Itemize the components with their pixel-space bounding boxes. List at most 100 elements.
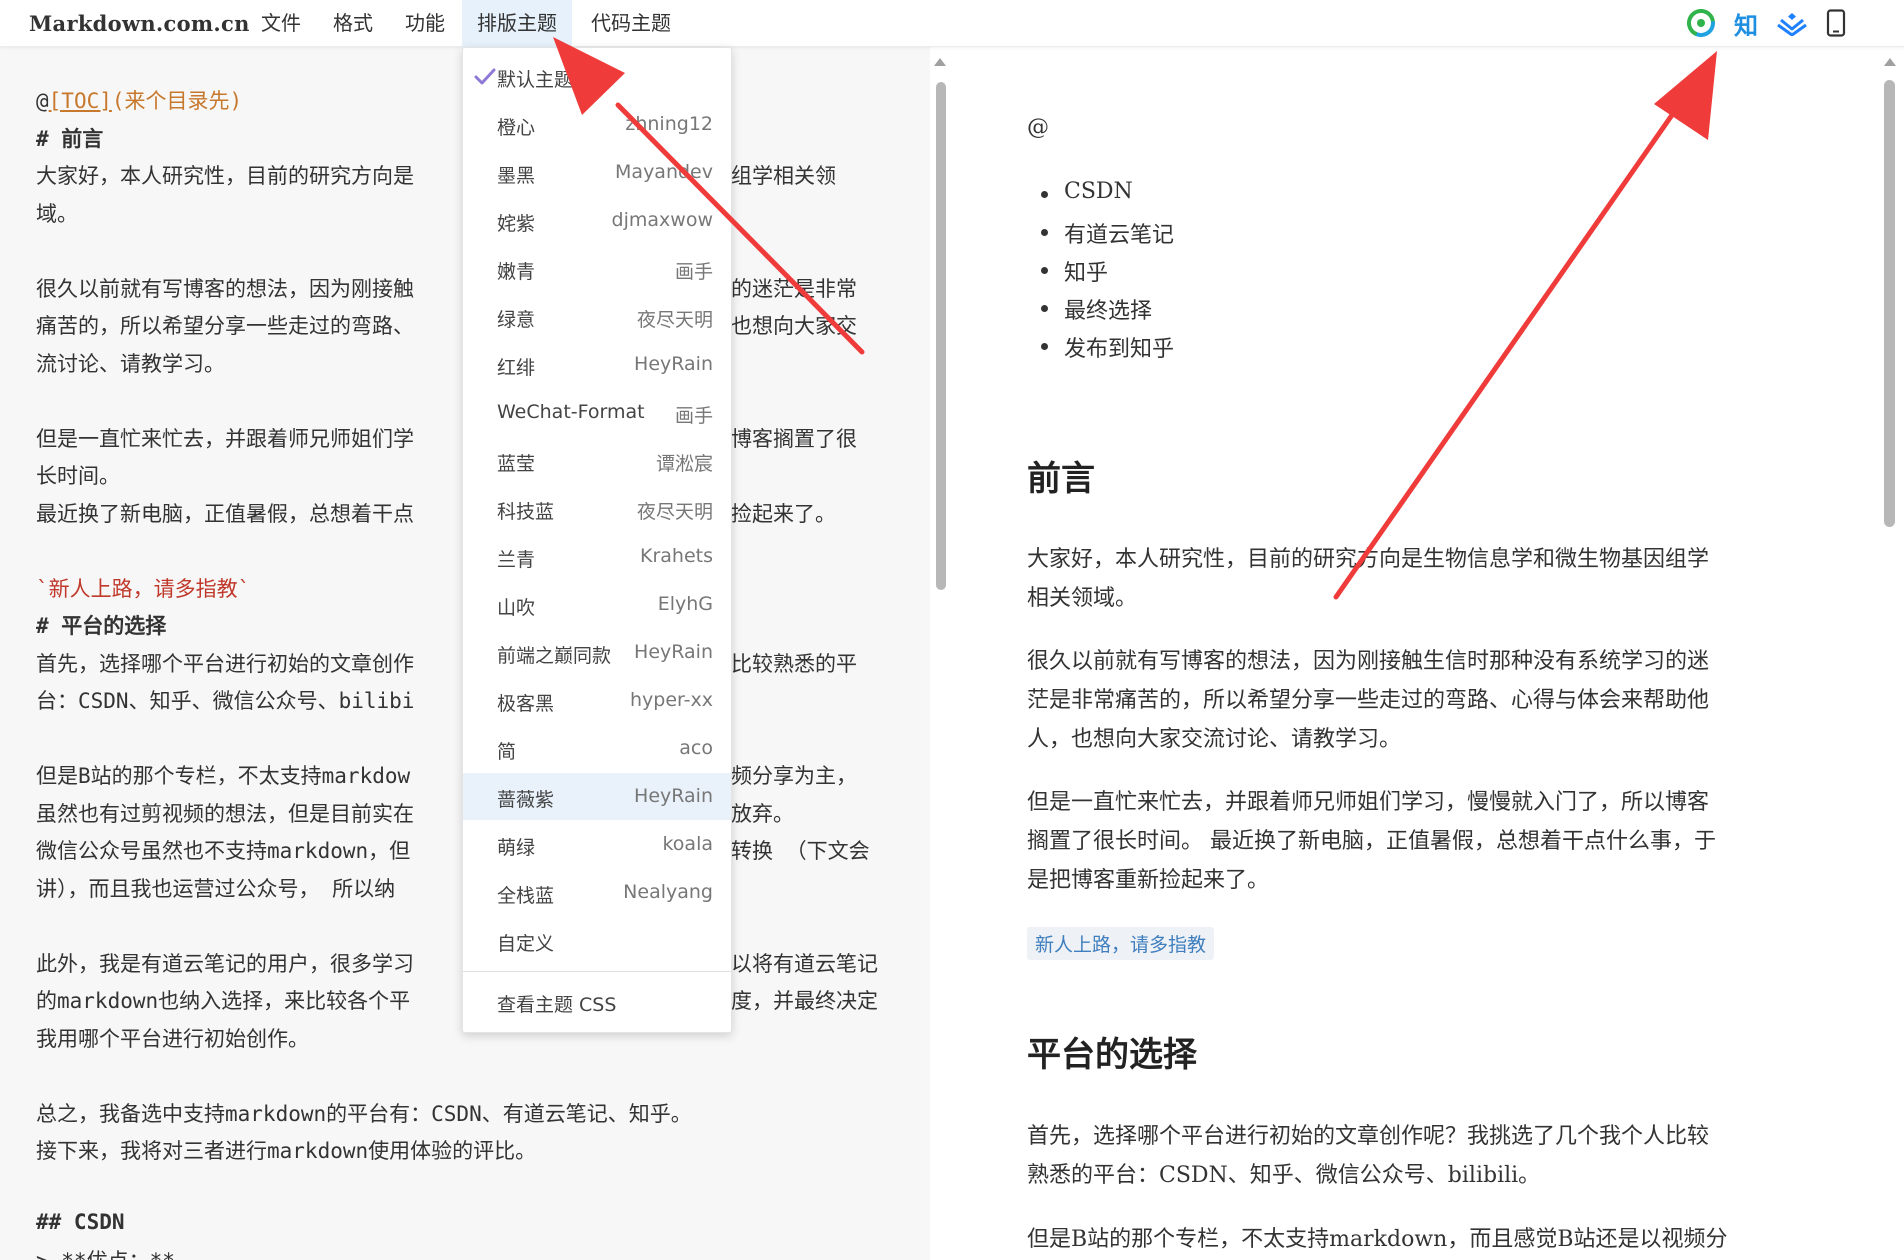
preview-paragraph: 人，也想向大家交流讨论、请教学习。 <box>1027 727 1402 752</box>
bullet-icon <box>1041 191 1048 198</box>
preview-paragraph: 大家好，本人研究性，目前的研究方向是生物信息学和微生物基因组学 <box>1027 547 1710 572</box>
theme-option[interactable]: 姹紫 djmaxwow <box>463 197 731 244</box>
preview-paragraph: 熟悉的平台：CSDN、知乎、微信公众号、bilibili。 <box>1027 1163 1541 1188</box>
editor-text: 但是B站的那个专栏，不太支持markdow <box>36 764 411 788</box>
zhihu-icon[interactable]: 知 <box>1730 7 1762 40</box>
editor-text: 转换 （下文会 <box>731 839 870 863</box>
theme-option[interactable]: WeChat-Format 画手 <box>463 389 731 436</box>
juejin-icon[interactable] <box>1776 7 1808 39</box>
editor-text: 捡起来了。 <box>731 502 836 526</box>
top-menu-bar: Markdown.com.cn 文件 格式 功能 排版主题 代码主题 知 <box>0 0 1904 47</box>
preview-scrollbar-thumb[interactable] <box>1884 80 1895 527</box>
theme-option[interactable]: 墨黑 Mayandev <box>463 149 731 196</box>
preview-paragraph: 但是一直忙来忙去，并跟着师兄师姐们学习，慢慢就入门了，所以博客 <box>1027 790 1710 815</box>
editor-text: 最近换了新电脑，正值暑假，总想着干点 <box>36 502 414 526</box>
editor-text: 首先，选择哪个平台进行初始的文章创作 <box>36 652 414 676</box>
theme-option[interactable]: 萌绿 koala <box>463 821 731 868</box>
menu-layout-theme[interactable]: 排版主题 <box>462 0 572 47</box>
preview-paragraph: 是把博客重新捡起来了。 <box>1027 868 1270 893</box>
theme-option[interactable]: 嫩青 画手 <box>463 245 731 292</box>
editor-text: 组学相关领 <box>731 164 836 188</box>
preview-paragraph: 首先，选择哪个平台进行初始的文章创作呢？我挑选了几个我个人比较 <box>1027 1124 1710 1149</box>
theme-option[interactable]: 前端之巅同款 HeyRain <box>463 629 731 676</box>
theme-option[interactable]: 科技蓝 夜尽天明 <box>463 485 731 532</box>
editor-text: 以将有道云笔记 <box>731 952 878 976</box>
toc-item[interactable]: 发布到知乎 <box>1064 331 1174 363</box>
editor-text: 大家好，本人研究性，目前的研究方向是 <box>36 164 414 188</box>
layout-theme-dropdown: 默认主题 橙心 zhning12 墨黑 Mayandev 姹紫 djmaxwow… <box>462 47 732 1033</box>
mobile-preview-icon[interactable] <box>1820 7 1852 39</box>
menu-format[interactable]: 格式 <box>318 0 388 47</box>
bullet-icon <box>1041 267 1048 274</box>
preview-heading-preface: 前言 <box>1027 459 1095 499</box>
menu-code-theme[interactable]: 代码主题 <box>576 0 686 47</box>
editor-text: 域。 <box>36 202 78 226</box>
toc-link[interactable]: [TOC] <box>49 89 112 113</box>
scroll-up-icon[interactable] <box>934 58 946 66</box>
editor-heading-platform: # 平台的选择 <box>36 614 167 638</box>
editor-text: 长时间。 <box>36 464 120 488</box>
editor-heading-csdn: ## CSDN <box>36 1210 125 1234</box>
editor-text: 此外，我是有道云笔记的用户，很多学习 <box>36 952 414 976</box>
editor-text: 也想向大家交 <box>731 314 857 338</box>
editor-text: 总之，我备选中支持markdown的平台有：CSDN、有道云笔记、知乎。 <box>36 1102 692 1126</box>
editor-text: > **优点：** <box>36 1245 175 1260</box>
scroll-up-icon[interactable] <box>1884 58 1896 66</box>
editor-text: 虽然也有过剪视频的想法，但是目前实在 <box>36 802 414 826</box>
theme-option[interactable]: 橙心 zhning12 <box>463 101 731 148</box>
toc-item[interactable]: 最终选择 <box>1064 293 1152 325</box>
theme-option-custom[interactable]: 自定义 <box>463 917 731 964</box>
theme-option[interactable]: 绿意 夜尽天明 <box>463 293 731 340</box>
editor-text: 讲），而且我也运营过公众号， 所以纳 <box>36 877 396 901</box>
editor-heading-preface: # 前言 <box>36 127 104 151</box>
bullet-icon <box>1041 229 1048 236</box>
preview-at: @ <box>1027 115 1049 140</box>
editor-text: 频分享为主， <box>731 764 857 788</box>
brand-logo[interactable]: Markdown.com.cn <box>29 11 250 36</box>
theme-option[interactable]: 红绯 HeyRain <box>463 341 731 388</box>
editor-text: 流讨论、请教学习。 <box>36 352 225 376</box>
preview-paragraph: 但是B站的那个专栏，不太支持markdown，而且感觉B站还是以视频分 <box>1027 1227 1728 1252</box>
toc-item[interactable]: 有道云笔记 <box>1064 217 1174 249</box>
theme-option-default[interactable]: 默认主题 <box>463 53 731 100</box>
toc-item[interactable]: 知乎 <box>1064 255 1108 287</box>
wechat-icon[interactable] <box>1685 7 1717 39</box>
editor-text: 微信公众号虽然也不支持markdown，但 <box>36 839 411 863</box>
editor-scrollbar-thumb[interactable] <box>936 82 946 590</box>
theme-option[interactable]: 蓝莹 谭淞宸 <box>463 437 731 484</box>
editor-text: 博客搁置了很 <box>731 427 857 451</box>
toc-item[interactable]: CSDN <box>1064 179 1133 204</box>
editor-text: 很久以前就有写博客的想法，因为刚接触 <box>36 277 414 301</box>
view-theme-css-option[interactable]: 查看主题 CSS <box>463 978 731 1025</box>
preview-paragraph: 很久以前就有写博客的想法，因为刚接触生信时那种没有系统学习的迷 <box>1027 649 1710 674</box>
theme-option[interactable]: 极客黑 hyper-xx <box>463 677 731 724</box>
editor-toc-line: @[TOC](来个目录先) <box>36 89 243 113</box>
theme-option[interactable]: 简 aco <box>463 725 731 772</box>
bullet-icon <box>1041 343 1048 350</box>
menu-file[interactable]: 文件 <box>246 0 316 47</box>
theme-option[interactable]: 兰青 Krahets <box>463 533 731 580</box>
preview-paragraph: 相关领域。 <box>1027 586 1138 611</box>
menu-feature[interactable]: 功能 <box>390 0 460 47</box>
preview-pane: @ CSDN 有道云笔记 知乎 最终选择 发布到知乎 前言 大家好，本人研究性，… <box>950 47 1880 1260</box>
menu-divider <box>463 971 731 972</box>
editor-text: 台：CSDN、知乎、微信公众号、bilibi <box>36 689 415 713</box>
editor-text: 痛苦的，所以希望分享一些走过的弯路、 <box>36 314 414 338</box>
theme-option[interactable]: 全栈蓝 Nealyang <box>463 869 731 916</box>
editor-inline-code: `新人上路，请多指教` <box>36 577 251 601</box>
theme-option[interactable]: 山吹 ElyhG <box>463 581 731 628</box>
editor-text: 度，并最终决定 <box>731 989 878 1013</box>
preview-paragraph: 搁置了很长时间。 最近换了新电脑，正值暑假，总想着干点什么事，于 <box>1027 829 1716 854</box>
editor-text: 但是一直忙来忙去，并跟着师兄师姐们学 <box>36 427 414 451</box>
editor-text: 的迷茫是非常 <box>731 277 857 301</box>
editor-text: 放弃。 <box>731 802 794 826</box>
bullet-icon <box>1041 305 1048 312</box>
editor-text: 接下来，我将对三者进行markdown使用体验的评比。 <box>36 1139 537 1163</box>
preview-paragraph: 茫是非常痛苦的，所以希望分享一些走过的弯路、心得与体会来帮助他 <box>1027 688 1710 713</box>
editor-text: 我用哪个平台进行初始创作。 <box>36 1027 309 1051</box>
theme-option-highlighted[interactable]: 蔷薇紫 HeyRain <box>463 773 731 820</box>
editor-text: 的markdown也纳入选择，来比较各个平 <box>36 989 411 1013</box>
preview-inline-code: 新人上路，请多指教 <box>1027 927 1215 960</box>
preview-heading-platform: 平台的选择 <box>1027 1035 1197 1075</box>
editor-text: 比较熟悉的平 <box>731 652 857 676</box>
